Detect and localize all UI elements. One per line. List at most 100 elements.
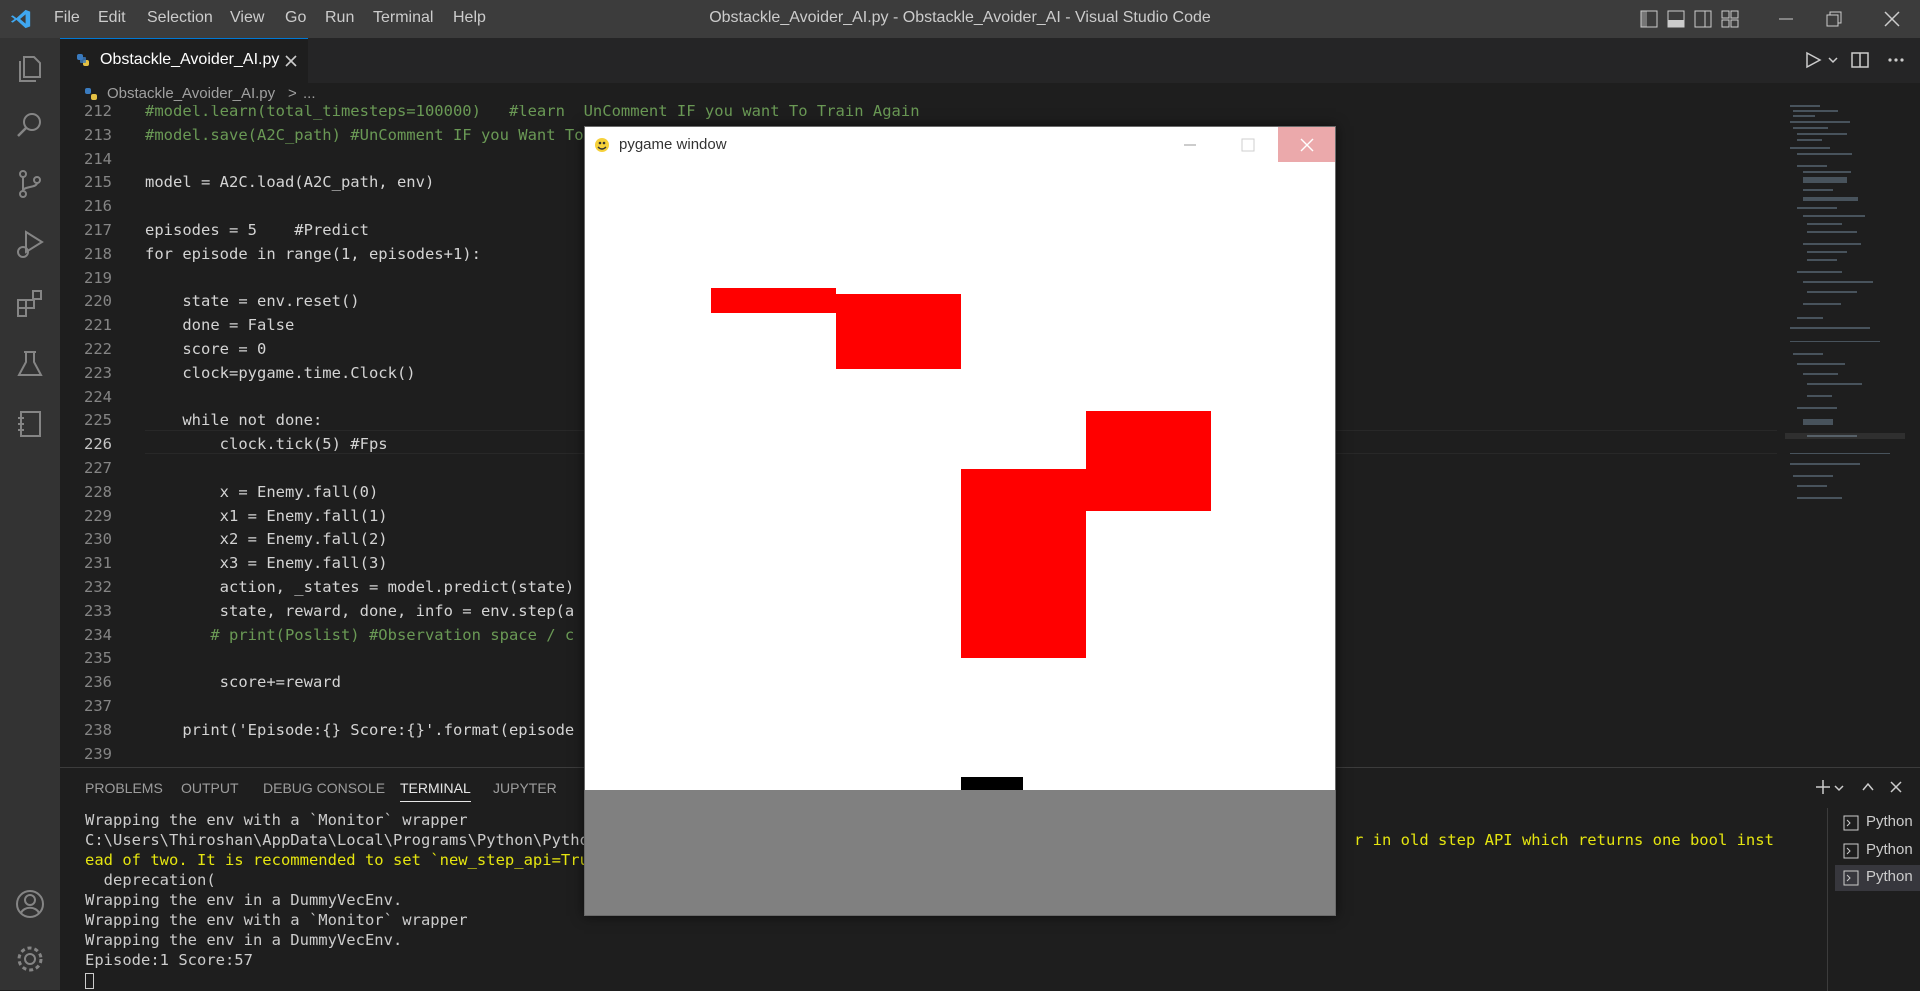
code-line: x1 = Enemy.fall(1) bbox=[145, 506, 388, 525]
python-file-icon bbox=[85, 88, 97, 100]
chevron-down-icon[interactable] bbox=[1827, 54, 1839, 66]
customize-layout-icon[interactable] bbox=[1721, 10, 1739, 28]
minimap-preview bbox=[1785, 105, 1905, 499]
code-line: for episode in range(1, episodes+1): bbox=[145, 244, 481, 263]
line-number: 225 bbox=[84, 411, 112, 430]
code-line: print('Episode:{} Score:{}'.format(episo… bbox=[145, 720, 575, 739]
line-number: 213 bbox=[84, 125, 112, 144]
pygame-close-button[interactable] bbox=[1278, 127, 1335, 162]
code-line: episodes = 5 #Predict bbox=[145, 221, 369, 239]
terminal-line: ead of two. It is recommended to set `ne… bbox=[85, 851, 599, 869]
close-panel-icon[interactable] bbox=[1889, 780, 1903, 794]
code-line: state = env.reset() bbox=[145, 292, 360, 311]
code-line: score+=reward bbox=[145, 673, 341, 692]
pygame-title-bar[interactable]: pygame window bbox=[585, 127, 1335, 162]
editor-tab-bar: Obstackle_Avoider_AI.py bbox=[60, 38, 1920, 83]
line-number: 235 bbox=[84, 649, 112, 668]
close-icon bbox=[1300, 138, 1314, 152]
ground-area bbox=[585, 790, 1335, 915]
maximize-panel-icon[interactable] bbox=[1861, 780, 1875, 794]
terminal-line-fragment: r in old step API which returns one bool… bbox=[1354, 831, 1774, 849]
tab-obstackle-avoider[interactable]: Obstackle_Avoider_AI.py bbox=[60, 38, 308, 83]
terminal-icon bbox=[1843, 815, 1859, 831]
terminal-list-divider bbox=[1827, 808, 1828, 991]
search-icon[interactable] bbox=[14, 110, 46, 142]
chevron-down-icon[interactable] bbox=[1833, 782, 1845, 794]
line-number: 229 bbox=[84, 506, 112, 525]
code-line: x = Enemy.fall(0) bbox=[145, 482, 379, 501]
obstacle-block bbox=[961, 469, 1086, 658]
pygame-window[interactable]: pygame window bbox=[584, 126, 1336, 916]
toggle-primary-sidebar-icon[interactable] bbox=[1640, 10, 1658, 28]
panel-tab-terminal[interactable]: TERMINAL bbox=[400, 780, 471, 802]
pygame-window-title: pygame window bbox=[619, 136, 727, 153]
line-number: 221 bbox=[84, 316, 112, 335]
notebook-icon[interactable] bbox=[14, 408, 46, 440]
code-line: action, _states = model.predict(state) bbox=[145, 578, 575, 596]
line-number: 226 bbox=[84, 435, 112, 454]
line-number: 219 bbox=[84, 268, 112, 287]
code-line: x3 = Enemy.fall(3) bbox=[145, 554, 388, 573]
terminal-instance-2[interactable]: Python bbox=[1835, 838, 1920, 864]
code-line: x2 = Enemy.fall(2) bbox=[145, 530, 388, 549]
code-line: clock.tick(5) #Fps bbox=[145, 435, 388, 454]
breadcrumb-separator: > bbox=[288, 85, 297, 102]
title-bar: File Edit Selection View Go Run Terminal… bbox=[0, 0, 1920, 38]
terminal-icon bbox=[1843, 843, 1859, 859]
panel-tab-problems[interactable]: PROBLEMS bbox=[85, 780, 163, 796]
new-terminal-icon[interactable] bbox=[1814, 778, 1832, 796]
terminal-line: Wrapping the env in a DummyVecEnv. bbox=[85, 931, 403, 949]
line-number: 224 bbox=[84, 387, 112, 406]
toggle-panel-icon[interactable] bbox=[1667, 10, 1685, 28]
terminal-line: C:\Users\Thiroshan\AppData\Local\Program… bbox=[85, 831, 608, 849]
extensions-icon[interactable] bbox=[14, 288, 46, 320]
line-number: 230 bbox=[84, 530, 112, 549]
line-number: 236 bbox=[84, 673, 112, 692]
code-line: state, reward, done, info = env.step(a bbox=[145, 601, 575, 620]
breadcrumb-file[interactable]: Obstackle_Avoider_AI.py bbox=[107, 85, 275, 102]
tab-label: Obstackle_Avoider_AI.py bbox=[100, 51, 280, 68]
panel-tab-output[interactable]: OUTPUT bbox=[181, 780, 239, 796]
activity-bar bbox=[0, 38, 60, 990]
code-line: score = 0 bbox=[145, 340, 267, 358]
window-title: Obstackle_Avoider_AI.py - Obstackle_Avoi… bbox=[709, 9, 1211, 26]
source-control-icon[interactable] bbox=[14, 168, 46, 200]
explorer-icon[interactable] bbox=[14, 53, 46, 85]
pygame-snake-icon bbox=[595, 138, 609, 152]
terminal-instance-label: Python bbox=[1866, 841, 1913, 858]
toggle-secondary-sidebar-icon[interactable] bbox=[1694, 10, 1712, 28]
tab-close-icon[interactable] bbox=[284, 54, 298, 68]
close-icon[interactable] bbox=[1883, 10, 1901, 28]
more-actions-icon[interactable] bbox=[1886, 50, 1906, 70]
panel-tab-debug-console[interactable]: DEBUG CONSOLE bbox=[263, 780, 385, 796]
code-line: #model.learn(total_timesteps=100000) #le… bbox=[145, 105, 920, 120]
pygame-maximize-icon[interactable] bbox=[1240, 137, 1256, 153]
terminal-instance-1[interactable]: Python bbox=[1835, 810, 1920, 836]
testing-icon[interactable] bbox=[14, 348, 46, 380]
run-python-file-icon[interactable] bbox=[1803, 50, 1823, 70]
obstacle-block bbox=[1086, 411, 1211, 511]
terminal-line: Episode:1 Score:57 bbox=[85, 951, 253, 969]
line-number: 218 bbox=[84, 244, 112, 263]
settings-gear-icon[interactable] bbox=[14, 943, 46, 975]
pygame-minimize-icon[interactable] bbox=[1182, 137, 1198, 153]
line-number: 232 bbox=[84, 578, 112, 596]
panel-tab-jupyter[interactable]: JUPYTER bbox=[493, 780, 557, 796]
terminal-instance-label: Python bbox=[1866, 813, 1913, 830]
minimize-icon[interactable] bbox=[1777, 10, 1795, 28]
run-debug-icon[interactable] bbox=[14, 228, 46, 260]
split-editor-icon[interactable] bbox=[1850, 50, 1870, 70]
line-number: 239 bbox=[84, 744, 112, 763]
restore-icon[interactable] bbox=[1825, 10, 1843, 28]
line-number: 227 bbox=[84, 459, 112, 477]
terminal-icon bbox=[1843, 870, 1859, 886]
terminal-cursor bbox=[85, 973, 94, 989]
minimap[interactable] bbox=[1785, 105, 1905, 765]
code-line: done = False bbox=[145, 316, 295, 335]
breadcrumb-rest[interactable]: ... bbox=[303, 85, 316, 102]
account-icon[interactable] bbox=[14, 888, 46, 920]
terminal-instance-3[interactable]: Python bbox=[1835, 865, 1920, 891]
line-number: 220 bbox=[84, 292, 112, 311]
line-number: 222 bbox=[84, 340, 112, 358]
line-number: 233 bbox=[84, 601, 112, 620]
